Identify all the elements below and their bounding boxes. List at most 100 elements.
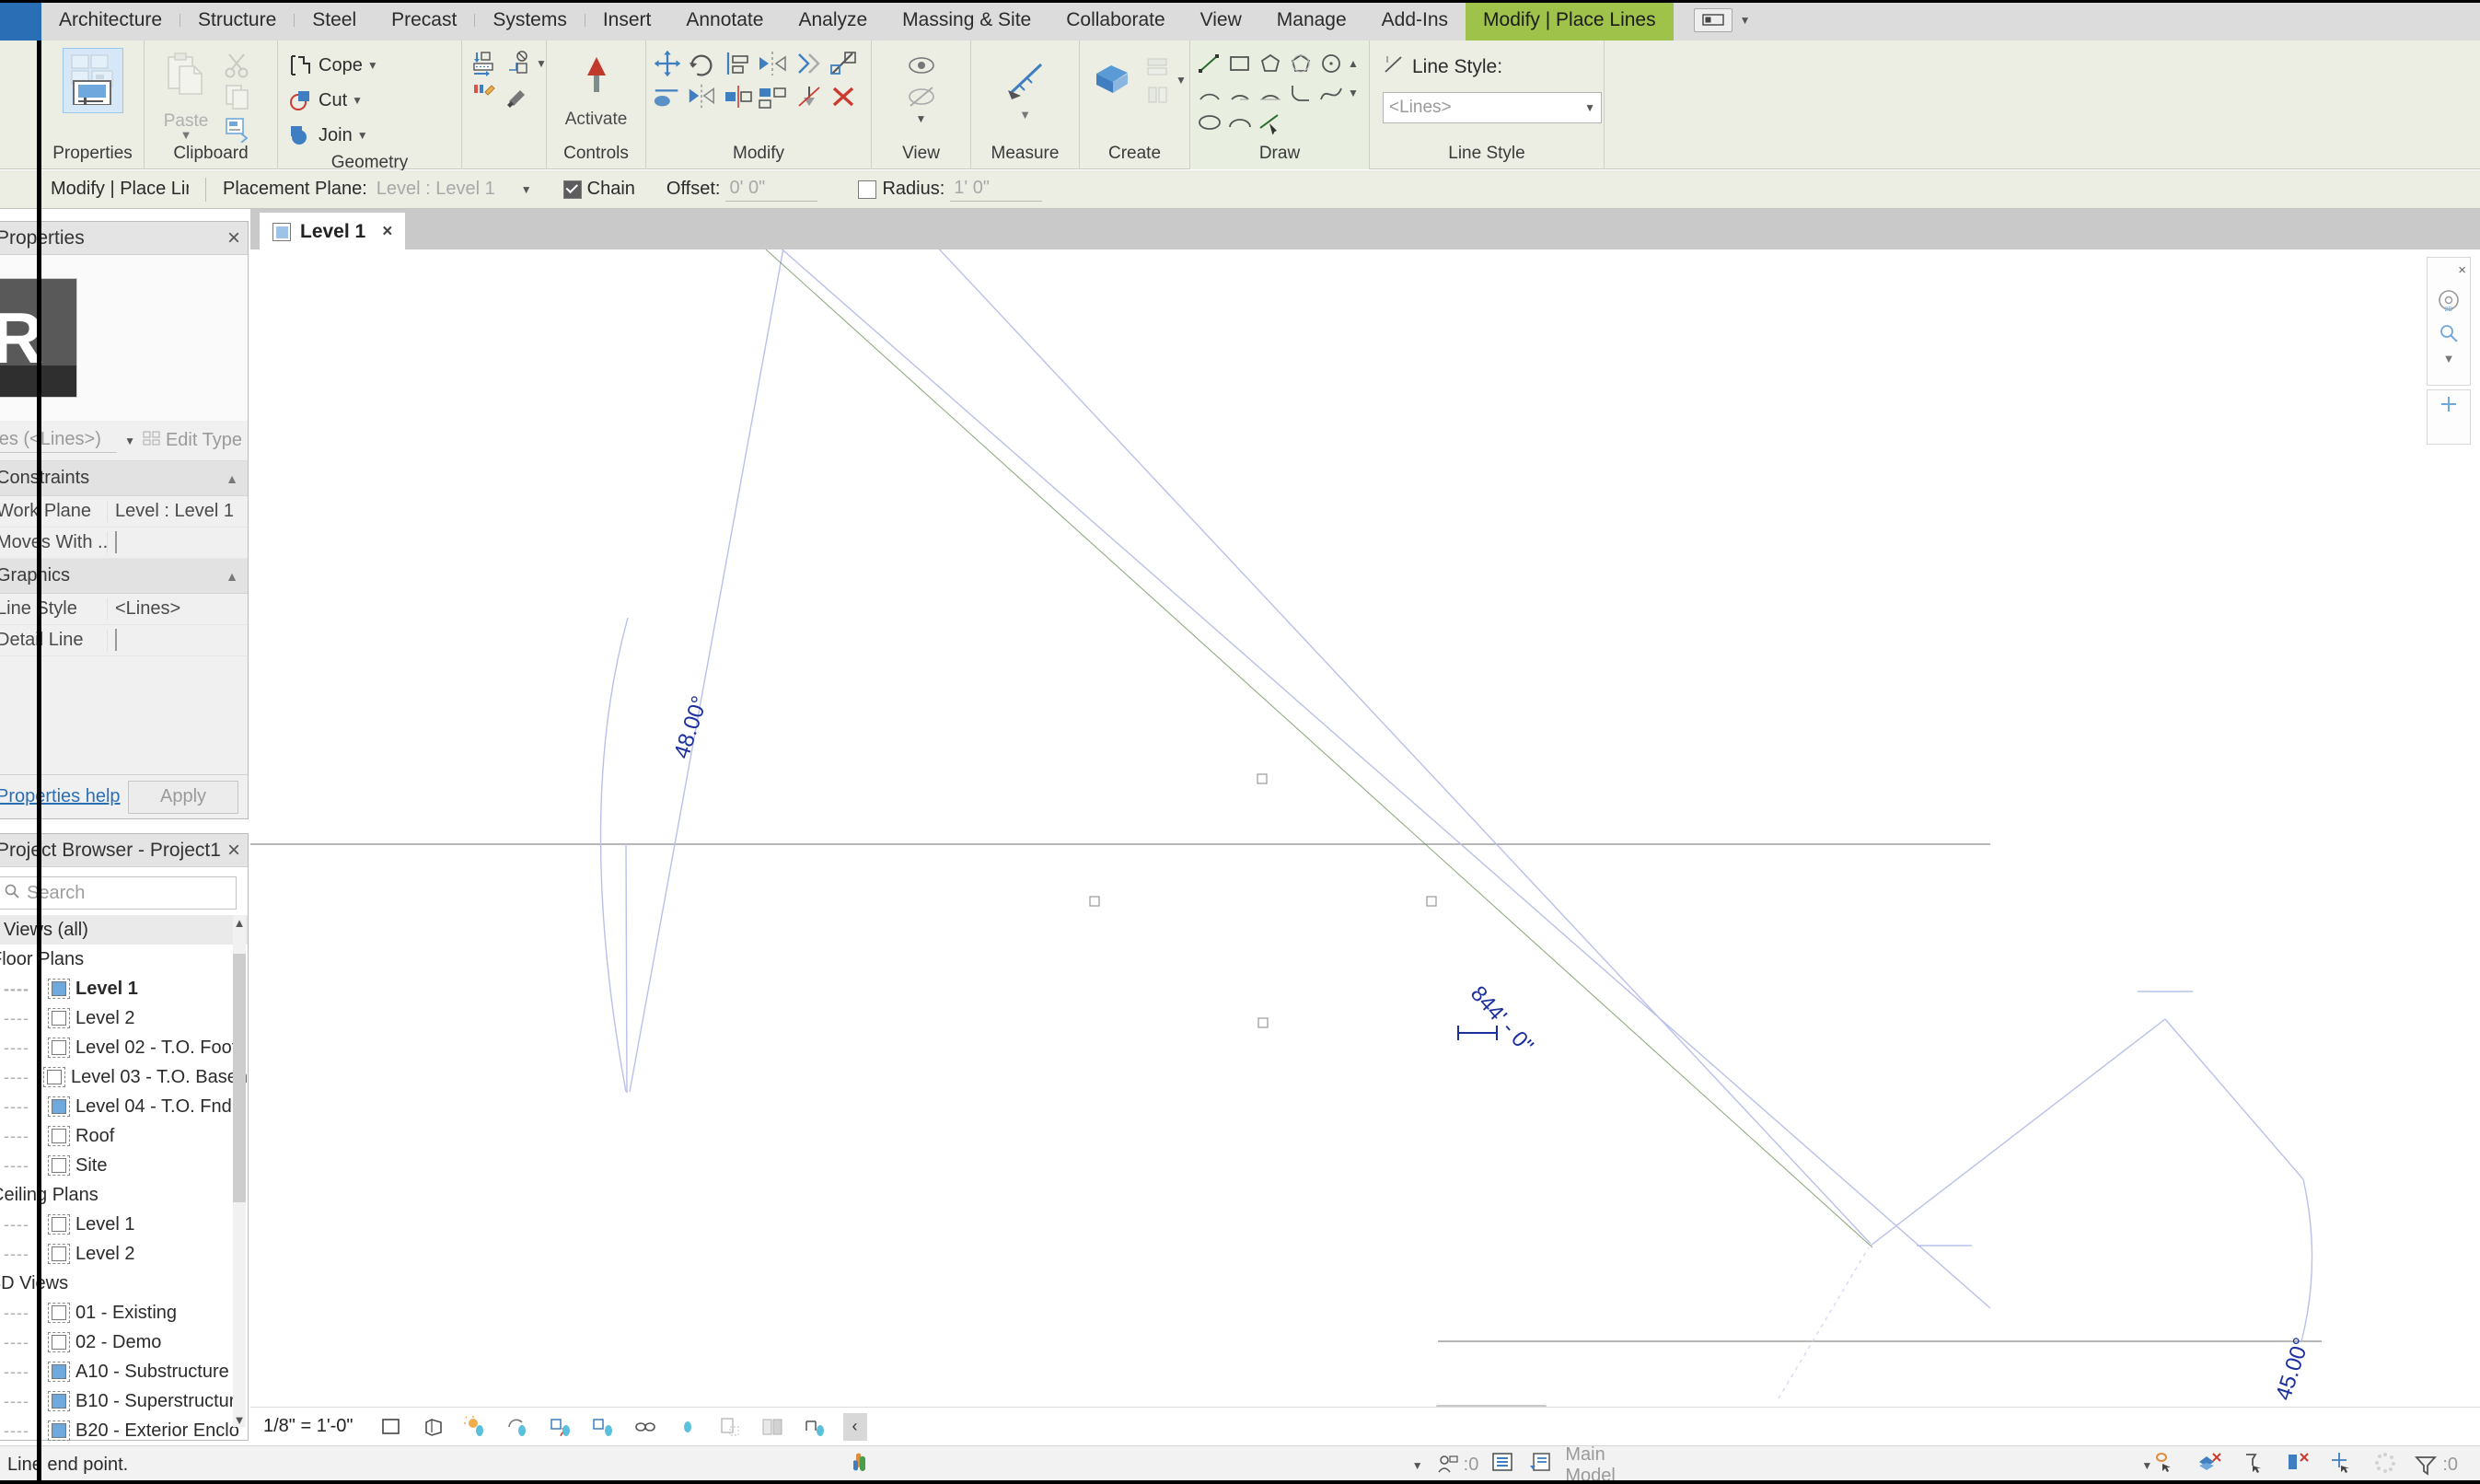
- ribbon-tab-add-ins[interactable]: Add-Ins: [1364, 0, 1466, 41]
- split-button[interactable]: [723, 81, 754, 112]
- rotate-button[interactable]: [686, 48, 717, 79]
- ribbon-tab-modify-place-lines[interactable]: Modify | Place Lines: [1466, 0, 1674, 41]
- filter-status[interactable]: :0: [2414, 1454, 2458, 1478]
- ribbon-tab-analyze[interactable]: Analyze: [781, 0, 885, 41]
- activate-button[interactable]: Activate: [554, 44, 639, 130]
- draw-partial-ellipse-button[interactable]: [1226, 109, 1254, 136]
- select-links-icon[interactable]: [2152, 1451, 2180, 1480]
- offset-button[interactable]: [652, 81, 683, 112]
- reveal-hidden-elements-icon[interactable]: [759, 1414, 786, 1440]
- rendering-dialog-icon[interactable]: [589, 1414, 617, 1440]
- select-pinned-elements-icon[interactable]: [2241, 1451, 2268, 1480]
- property-value[interactable]: <Lines>: [107, 598, 248, 620]
- view-tab-level-1[interactable]: Level 1 ×: [260, 213, 405, 249]
- scroll-up-icon[interactable]: ▲: [233, 915, 246, 930]
- copy-modify-button[interactable]: [686, 81, 717, 112]
- radius-checkbox[interactable]: Radius:: [858, 179, 944, 200]
- chevron-down-icon[interactable]: ▼: [1584, 101, 1595, 114]
- collapse-view-bar-button[interactable]: ‹: [843, 1413, 867, 1441]
- detail-level-fine-icon[interactable]: [420, 1414, 447, 1440]
- unpin-button[interactable]: [794, 81, 825, 112]
- draw-circle-button[interactable]: [1317, 50, 1345, 77]
- steering-wheel-icon[interactable]: 2D: [2428, 282, 2470, 319]
- model-graphics-icon[interactable]: [848, 1450, 874, 1481]
- chevron-down-icon[interactable]: ▼: [124, 435, 135, 447]
- shadows-icon[interactable]: ✗: [547, 1414, 574, 1440]
- edit-type-button[interactable]: Edit Type: [143, 430, 242, 452]
- scroll-down-icon[interactable]: ▼: [233, 1412, 246, 1427]
- close-icon[interactable]: ×: [382, 222, 392, 242]
- match-geometry-button[interactable]: [502, 79, 533, 110]
- move-button[interactable]: [652, 48, 683, 79]
- ribbon-tab-manage[interactable]: Manage: [1259, 0, 1364, 41]
- display-toggle-button[interactable]: [1694, 8, 1733, 32]
- paint-button[interactable]: [468, 79, 499, 110]
- properties-help-link[interactable]: Properties help: [0, 786, 121, 807]
- show-crop-region-icon[interactable]: [674, 1414, 701, 1440]
- ribbon-tab-view[interactable]: View: [1183, 0, 1259, 41]
- align-button[interactable]: [723, 48, 754, 79]
- mirror-pick-axis-button[interactable]: [757, 48, 788, 79]
- chevron-down-icon[interactable]: ▼: [2141, 1459, 2152, 1472]
- draw-fillet-arc-button[interactable]: [1287, 79, 1315, 107]
- property-checkbox[interactable]: [115, 629, 117, 651]
- close-icon[interactable]: ×: [2428, 258, 2470, 282]
- tree-scroll-thumb[interactable]: [233, 954, 246, 1202]
- property-value[interactable]: [107, 630, 248, 651]
- delete-button[interactable]: [828, 81, 859, 112]
- radius-input[interactable]: 1' 0": [950, 177, 1042, 202]
- chevron-down-icon[interactable]: ▼: [521, 183, 532, 196]
- view-visibility-button[interactable]: [906, 50, 937, 81]
- array-button[interactable]: [794, 48, 825, 79]
- temporary-hide-isolate-icon[interactable]: [716, 1414, 744, 1440]
- zoom-icon[interactable]: [2428, 319, 2470, 348]
- chevron-down-icon[interactable]: ▼: [536, 57, 547, 70]
- detail-level-coarse-icon[interactable]: [377, 1414, 405, 1440]
- sun-path-icon[interactable]: [504, 1414, 532, 1440]
- ribbon-tab-collaborate[interactable]: Collaborate: [1049, 0, 1182, 41]
- draw-spline-button[interactable]: [1317, 79, 1345, 107]
- line-style-combo[interactable]: <Lines> ▼: [1383, 92, 1602, 123]
- design-options-icon[interactable]: [1491, 1451, 1515, 1480]
- worksets-status[interactable]: :0: [1436, 1454, 1479, 1478]
- property-checkbox[interactable]: [115, 531, 117, 553]
- create-part-button[interactable]: [1144, 53, 1172, 81]
- paste-button[interactable]: Paste ▼: [150, 44, 222, 139]
- chevron-down-icon[interactable]: ▼: [352, 94, 363, 107]
- chevron-down-icon[interactable]: ▼: [367, 59, 378, 72]
- chevron-down-icon[interactable]: ▼: [1348, 87, 1359, 99]
- pan-icon[interactable]: [2428, 390, 2470, 418]
- chevron-down-icon[interactable]: ▼: [916, 112, 927, 125]
- split-face-button[interactable]: [468, 48, 499, 79]
- trim-extend-button[interactable]: [757, 81, 788, 112]
- chevron-up-icon[interactable]: ▲: [1348, 57, 1359, 70]
- draw-ellipse-button[interactable]: [1196, 109, 1223, 136]
- demolish-button[interactable]: [502, 48, 533, 79]
- measure-button[interactable]: ▼: [983, 50, 1068, 119]
- chevron-down-icon[interactable]: ▼: [180, 132, 192, 139]
- offset-input[interactable]: 0' 0": [725, 177, 817, 202]
- select-underlay-elements-icon[interactable]: [2196, 1451, 2224, 1480]
- draw-rectangle-button[interactable]: [1226, 50, 1254, 77]
- close-icon[interactable]: ×: [227, 227, 240, 249]
- chevron-down-icon[interactable]: ▼: [1740, 14, 1751, 27]
- chevron-down-icon[interactable]: ▼: [357, 129, 368, 142]
- placement-plane-value[interactable]: Level : Level 1: [377, 179, 495, 200]
- copy-clipboard-button[interactable]: [222, 81, 253, 112]
- select-elements-by-face-icon[interactable]: [2285, 1451, 2312, 1480]
- app-menu-button[interactable]: [0, 0, 41, 41]
- create-group-button[interactable]: [1085, 50, 1141, 110]
- chevron-up-icon[interactable]: ▲: [226, 569, 238, 584]
- match-type-button[interactable]: [222, 112, 253, 144]
- join-button[interactable]: Join ▼: [284, 118, 371, 153]
- project-browser-search[interactable]: Search: [0, 876, 237, 910]
- ribbon-tab-annotate[interactable]: Annotate: [668, 0, 781, 41]
- draw-line-button[interactable]: [1196, 50, 1223, 77]
- chevron-down-icon[interactable]: ▼: [1176, 74, 1187, 87]
- chevron-down-icon[interactable]: ▼: [1412, 1459, 1423, 1472]
- draw-polygon-inscribed-button[interactable]: [1257, 50, 1284, 77]
- ribbon-tab-steel[interactable]: Steel: [295, 0, 374, 41]
- property-value[interactable]: Level : Level 1: [107, 501, 248, 522]
- scale-button[interactable]: [828, 48, 859, 79]
- property-value[interactable]: [107, 532, 248, 553]
